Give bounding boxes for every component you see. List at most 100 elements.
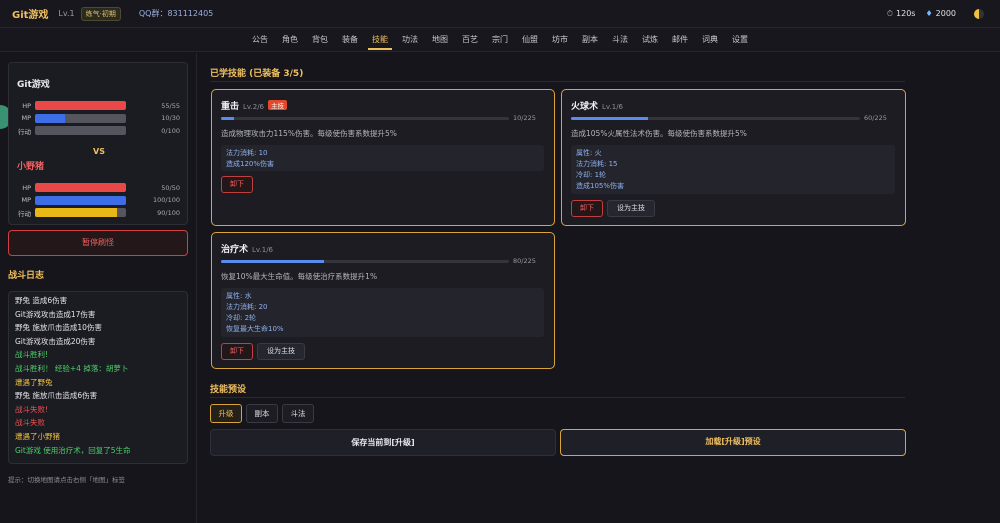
log-line: 野兔 造成6伤害 (15, 296, 68, 305)
enemy-mp-bar-fill (35, 195, 126, 205)
skill-info-line: 属性: 火 (576, 149, 602, 157)
log-line: 遭遇了野兔 (15, 377, 53, 387)
stat-label: HP (22, 183, 31, 192)
top-bar: Git游戏 Lv.1 练气·初期 QQ群：831112405 ⏱ 120s ♦ 20… (0, 0, 1000, 28)
log-line: 野兔 施放爪击造成10伤害 (15, 323, 102, 333)
divider (210, 397, 905, 398)
log-line: 战斗失败 (15, 418, 45, 428)
player-level: Lv.1 (58, 9, 75, 18)
skill-info-line: 法力消耗: 15 (576, 160, 618, 168)
unequip-skill-button[interactable]: 卸下 (221, 176, 253, 193)
preset-tab-2[interactable]: 斗法 (282, 404, 314, 423)
skill-card: 火球术 Lv.1/6 60/225 造成105%火属性法术伤害。每级使伤害系数提升5%… (561, 89, 906, 226)
log-line: Git游戏 使用治疗术，回复了5生命 (15, 445, 131, 455)
skill-name: 重击 Lv.2/6 主技 (221, 99, 288, 112)
nav-tab-9[interactable]: 仙盟 (515, 28, 545, 52)
skill-info-line: 造成120%伤害 (226, 160, 275, 168)
nav-tab-8[interactable]: 宗门 (485, 28, 515, 52)
log-line: Git游戏攻击造成20伤害 (15, 336, 96, 346)
unequip-skill-button[interactable]: 卸下 (571, 200, 603, 217)
nav-tab-3[interactable]: 装备 (335, 28, 365, 52)
skill-presets-title: 技能预设 (210, 385, 247, 395)
skill-exp-value: 10/225 (513, 114, 536, 122)
player-act-bar (35, 126, 126, 135)
left-panel: Git游戏 HP 55/55 MP 10/30 行动 0/100 VS 小野猪 HP 50/… (0, 53, 197, 523)
player-name: Git游戏 (17, 80, 50, 90)
nav-tab-2[interactable]: 背包 (305, 28, 335, 52)
stat-label: 行动 (18, 127, 31, 136)
diamond-icon: ♦ (925, 9, 933, 18)
set-main-skill-button[interactable]: 设为主技 (607, 200, 655, 217)
timer-value: 120s (896, 8, 916, 18)
nav-tab-14[interactable]: 邮件 (665, 28, 695, 52)
stat-value: 55/55 (161, 101, 180, 110)
stat-label: MP (21, 114, 31, 122)
load-preset-button[interactable]: 加载[升级]预设 (560, 429, 906, 456)
battle-log-title: 战斗日志 (8, 271, 45, 281)
nav-tab-6[interactable]: 地图 (425, 28, 455, 52)
nav-tab-13[interactable]: 试炼 (635, 28, 665, 52)
nav-tab-10[interactable]: 坊市 (545, 28, 575, 52)
skill-level: Lv.1/6 (252, 246, 274, 254)
cultivation-stage-badge: 练气·初期 (80, 6, 121, 21)
skill-info-line: 冷却: 1轮 (576, 171, 607, 179)
skill-info-box: 法力消耗: 10 造成120%伤害 (221, 145, 544, 171)
nav-tab-16[interactable]: 设置 (725, 28, 755, 52)
skill-description: 造成物理攻击力115%伤害。每级使伤害系数提升5% (221, 129, 397, 138)
player-mp-bar-fill (35, 113, 66, 123)
enemy-name: 小野猪 (17, 162, 45, 172)
nav-tab-15[interactable]: 词典 (695, 28, 725, 52)
player-stat-act: 行动 0/100 (9, 125, 189, 136)
enemy-stat-hp: HP 50/50 (9, 182, 189, 193)
battle-log[interactable]: 野兔 造成6伤害 Git游戏攻击造成17伤害 野兔 施放爪击造成10伤害 Git游戏攻… (8, 291, 188, 464)
player-mp-bar (35, 113, 126, 123)
save-preset-button[interactable]: 保存当前到[升级] (210, 429, 556, 456)
enemy-mp-bar (35, 195, 126, 205)
timer-status: ⏱ 120s (887, 9, 916, 19)
learned-skills-title: 已学技能 (已装备 3/5) (210, 69, 304, 79)
skill-info-box: 属性: 火法力消耗: 15 冷却: 1轮 造成105%伤害 (571, 145, 895, 194)
nav-tab-11[interactable]: 副本 (575, 28, 605, 52)
stat-value: 100/100 (152, 196, 180, 204)
main-skill-badge: 主技 (268, 100, 288, 110)
skill-card: 治疗术 Lv.1/6 80/225 恢复10%最大生命值。每级使治疗系数提升1% 属性:… (211, 232, 555, 369)
skill-name-text: 治疗术 (221, 245, 249, 255)
brand-title: Git游戏 (12, 10, 49, 21)
pause-grinding-button[interactable]: 暂停刷怪 (8, 230, 188, 256)
skill-name: 火球术 Lv.1/6 (571, 99, 623, 112)
set-main-skill-button[interactable]: 设为主技 (257, 343, 305, 360)
theme-toggle-icon[interactable] (974, 8, 984, 19)
skill-info-line: 属性: 水 (226, 292, 252, 300)
player-hp-bar (35, 101, 126, 110)
stat-value: 90/100 (157, 208, 180, 217)
stat-value: 50/50 (161, 183, 180, 192)
preset-tab-0[interactable]: 升级 (210, 404, 242, 423)
skill-info-line: 法力消耗: 20 (226, 303, 268, 311)
log-line: Git游戏攻击造成17伤害 (15, 309, 96, 319)
nav-tab-1[interactable]: 角色 (275, 28, 305, 52)
skill-level: Lv.1/6 (602, 103, 624, 111)
skill-exp-bar (571, 117, 860, 120)
enemy-hp-bar (35, 183, 126, 192)
unequip-skill-button[interactable]: 卸下 (221, 343, 253, 360)
log-line: 战斗胜利！ 经验+4 掉落：胡萝卜 (15, 363, 129, 373)
preset-tab-1[interactable]: 副本 (246, 404, 278, 423)
nav-tab-12[interactable]: 斗法 (605, 28, 635, 52)
qq-group-link[interactable]: QQ群：831112405 (139, 8, 213, 19)
nav-tab-4[interactable]: 技能 (365, 28, 395, 52)
skill-info-line: 法力消耗: 10 (226, 149, 268, 157)
divider (210, 81, 905, 82)
map-hint: 提示：切换地图请点击右侧「地图」标签 (8, 476, 125, 484)
nav-tab-5[interactable]: 功法 (395, 28, 425, 52)
enemy-hp-bar-fill (35, 183, 126, 192)
nav-tab-0[interactable]: 公告 (245, 28, 275, 52)
skill-card: 重击 Lv.2/6 主技 10/225 造成物理攻击力115%伤害。每级使伤害系数提升5… (211, 89, 555, 226)
skill-name: 治疗术 Lv.1/6 (221, 242, 273, 255)
log-line: 战斗胜利! (15, 350, 49, 360)
nav-tab-7[interactable]: 百艺 (455, 28, 485, 52)
skill-exp-bar-fill (221, 117, 234, 120)
skill-info-line: 恢复最大生命10% (226, 325, 284, 333)
vs-label: VS (93, 147, 105, 156)
enemy-act-bar (35, 208, 126, 217)
skill-exp-value: 60/225 (864, 114, 887, 122)
